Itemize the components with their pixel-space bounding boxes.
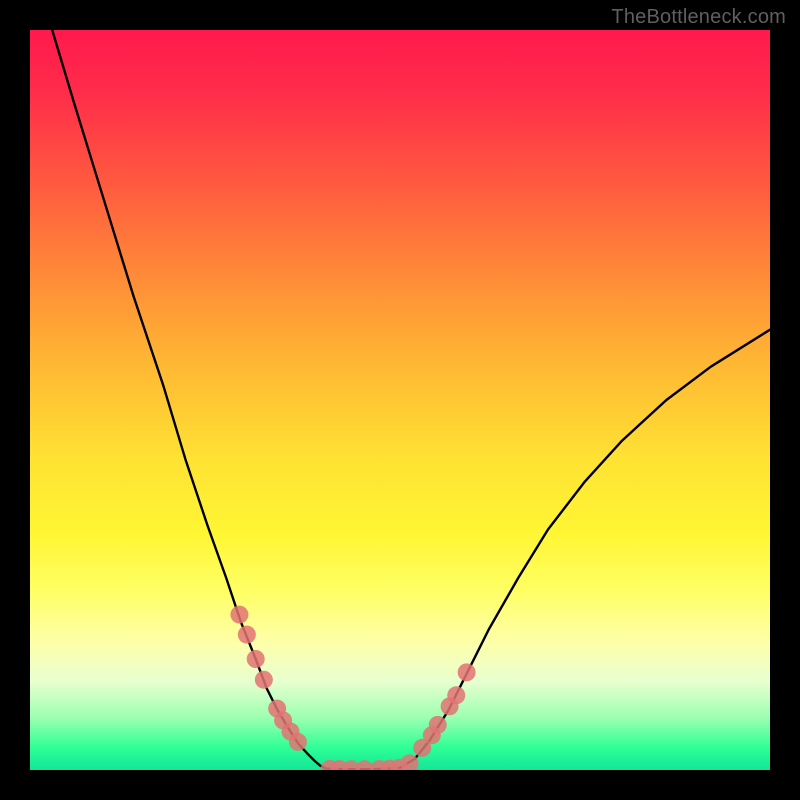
chart-plot-area bbox=[30, 30, 770, 770]
curve-group bbox=[52, 30, 770, 769]
data-marker bbox=[458, 663, 476, 681]
marker-group bbox=[230, 606, 475, 770]
data-marker bbox=[255, 671, 273, 689]
data-marker bbox=[230, 606, 248, 624]
data-marker bbox=[289, 733, 307, 751]
data-marker bbox=[247, 650, 265, 668]
data-marker bbox=[447, 686, 465, 704]
data-marker bbox=[429, 716, 447, 734]
bottleneck-curve-svg bbox=[30, 30, 770, 770]
bottleneck-curve bbox=[52, 30, 770, 769]
watermark-text: TheBottleneck.com bbox=[611, 6, 786, 29]
chart-frame: TheBottleneck.com bbox=[0, 0, 800, 800]
data-marker bbox=[238, 626, 256, 644]
